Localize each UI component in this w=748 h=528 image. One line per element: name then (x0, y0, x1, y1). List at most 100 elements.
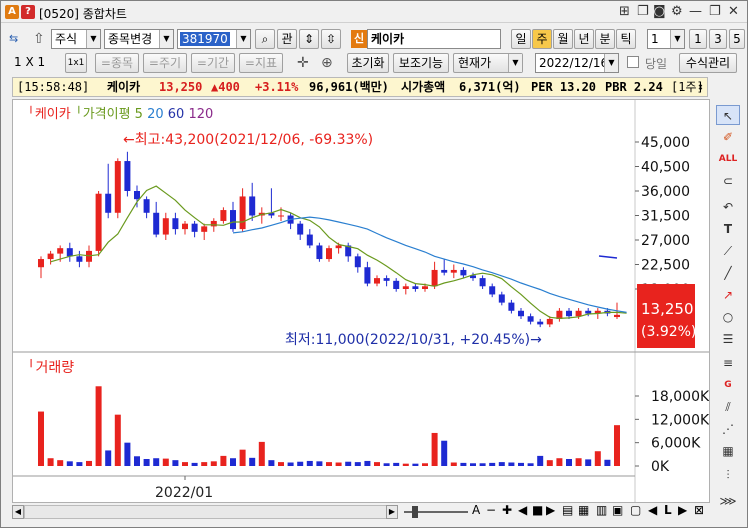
volume-tick-label: 12,000K (651, 412, 709, 428)
close-icon[interactable]: ✕ (728, 4, 739, 19)
period-tick-button[interactable]: 틱 (616, 29, 636, 49)
stop-icon[interactable]: ■ (532, 503, 543, 517)
legend-stock-name: 케이카 (35, 107, 71, 122)
period-month-button[interactable]: 월 (553, 29, 573, 49)
pattern-icon[interactable]: G (716, 375, 740, 395)
gear-icon[interactable]: ⚙ (671, 4, 683, 19)
info-scroll-icon[interactable]: ⇕ (697, 78, 704, 96)
sync-range-button[interactable]: =기간 (191, 53, 235, 73)
candle-body (172, 218, 179, 230)
period-day-button[interactable]: 일 (511, 29, 531, 49)
arrow-line-icon[interactable]: ↗ (716, 285, 740, 305)
fibonacci-icon[interactable]: ☰ (716, 329, 740, 349)
app-a-icon[interactable]: A (5, 5, 19, 19)
candle-body (38, 259, 44, 268)
crop-icon[interactable]: ⊠ (694, 503, 704, 517)
erase-all-icon[interactable]: ALL (716, 149, 740, 169)
last-icon[interactable]: L (664, 503, 672, 517)
candle-body (239, 196, 246, 230)
help-icon[interactable]: ? (21, 5, 35, 19)
copy-icon[interactable]: ❐ (637, 4, 649, 19)
image-view-icon[interactable]: ▣ (612, 503, 623, 517)
chart-svg[interactable]: ╵케이카 ╵가격이평 5 20 60 120 ←최고:43,200(2021/1… (13, 100, 710, 502)
minus-icon[interactable]: − (486, 503, 496, 517)
reset-button[interactable]: 초기화 (347, 53, 389, 73)
ratio-button[interactable]: 1x1 (65, 53, 87, 73)
dangil-label: 당일 (645, 57, 668, 71)
forward-icon[interactable]: ▶ (678, 503, 687, 517)
volume-bar (239, 449, 246, 466)
stock-code-input[interactable]: 381970 ▼ (177, 29, 251, 49)
count-3-button[interactable]: 3 (709, 29, 727, 49)
text-icon[interactable]: T (716, 219, 740, 239)
list-view-icon[interactable]: ▥ (596, 503, 607, 517)
market-select[interactable]: 주식 ▼ (51, 29, 101, 49)
volume-bar (546, 460, 553, 466)
andrews-icon[interactable]: ⋰ (716, 419, 740, 439)
up-arrow-icon[interactable]: ⇧ (33, 31, 45, 47)
change-stock-select[interactable]: 종목변경 ▼ (104, 29, 174, 49)
link-icon[interactable]: ⇆ (9, 32, 18, 45)
candle-body (450, 269, 457, 273)
camera-icon[interactable]: ◙ (653, 4, 666, 19)
volume-bar (57, 460, 64, 466)
minimize-icon[interactable]: — (689, 4, 702, 19)
prev-next-icon[interactable]: ⇳ (321, 29, 341, 49)
zoom-icon[interactable]: ⊕ (321, 55, 333, 71)
next-icon[interactable]: ▶ (546, 503, 555, 517)
speed-line-icon[interactable]: ⫽ (716, 397, 740, 417)
search-button[interactable]: ⌕ (255, 29, 275, 49)
grid-view-icon[interactable]: ▦ (578, 503, 589, 517)
volume-bar (278, 462, 284, 466)
formula-manager-button[interactable]: 수식관리 (679, 53, 737, 73)
sync-stock-button[interactable]: =종목 (95, 53, 139, 73)
gwan-button[interactable]: 관 (277, 29, 297, 49)
trend-line-icon[interactable]: ⟋ (716, 241, 740, 261)
magnet-icon[interactable]: ⊂ (716, 171, 740, 191)
line-icon[interactable]: ╱ (716, 263, 740, 283)
badge-pct: (3.92%) (641, 324, 696, 340)
period-count-select[interactable]: 1 ▼ (647, 29, 685, 49)
scroll-right-icon[interactable]: ▶ (386, 505, 398, 519)
dangil-checkbox[interactable] (627, 56, 639, 68)
first-icon[interactable]: ◀ (648, 503, 657, 517)
prev-icon[interactable]: ◀ (518, 503, 527, 517)
volume-bar (604, 459, 611, 466)
undo-icon[interactable]: ↶ (716, 197, 740, 217)
scroll-left-icon[interactable]: ◀ (12, 505, 24, 519)
period-minute-button[interactable]: 분 (595, 29, 615, 49)
eraser-icon[interactable]: ✐ (716, 127, 740, 147)
autoscale-icon[interactable]: A (472, 503, 480, 517)
chart-area[interactable]: ╵케이카 ╵가격이평 5 20 60 120 ←최고:43,200(2021/1… (12, 99, 710, 503)
crosshair-icon[interactable]: ✛ (297, 55, 309, 71)
print-icon[interactable]: ▢ (630, 503, 641, 517)
aux-function-button[interactable]: 보조기능 (393, 53, 449, 73)
candle-body (191, 223, 198, 232)
date-picker[interactable]: 2022/12/16 ▼ (535, 53, 619, 73)
count-1-button[interactable]: 1 (689, 29, 707, 49)
table-view-icon[interactable]: ▤ (562, 503, 573, 517)
horizontal-scrollbar[interactable] (24, 505, 394, 519)
current-price-select[interactable]: 현재가 ▼ (453, 53, 523, 73)
sync-indicator-button[interactable]: =지표 (239, 53, 283, 73)
restore-icon[interactable]: ❐ (709, 4, 721, 19)
zoom-slider[interactable] (404, 505, 468, 519)
circle-icon[interactable]: ○ (716, 307, 740, 327)
period-year-button[interactable]: 년 (574, 29, 594, 49)
volume-legend-label: 거래량 (35, 360, 74, 376)
volume-bar (230, 458, 236, 466)
grid-icon[interactable]: ▦ (716, 441, 740, 461)
scroll-icon[interactable]: ⇕ (299, 29, 319, 49)
gann-icon[interactable]: ≡ (716, 353, 740, 373)
plus-icon[interactable]: ✚ (502, 503, 512, 517)
volume-bar (450, 462, 457, 466)
chart-settings-icon[interactable]: ⊞ (619, 4, 630, 19)
more-tools-icon[interactable]: ⋙ (716, 491, 740, 511)
volume-bar (402, 463, 409, 466)
cycle-icon[interactable]: ⫶ (716, 465, 740, 485)
volume-bar (220, 455, 227, 466)
period-week-button[interactable]: 주 (532, 29, 552, 49)
sync-period-button[interactable]: =주기 (143, 53, 187, 73)
cursor-icon[interactable]: ↖ (716, 105, 740, 125)
count-5-button[interactable]: 5 (729, 29, 745, 49)
